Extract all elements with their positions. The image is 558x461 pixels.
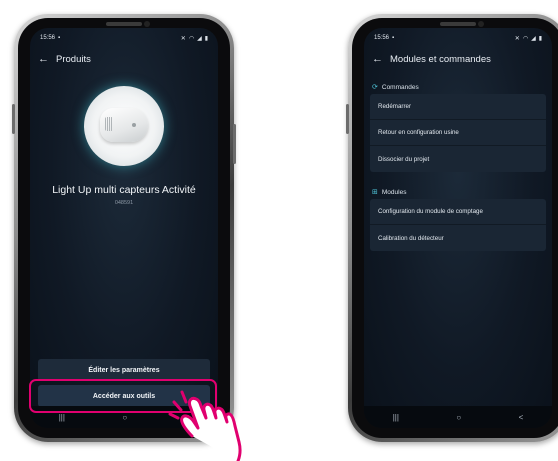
modules-icon: ⊞ bbox=[372, 189, 378, 196]
left-screen: 15:56 ▪ ✕ ◠ ◢ ▮ ← Produits Light Up mult… bbox=[30, 28, 218, 428]
status-bar: 15:56 ▪ ✕ ◠ ◢ ▮ bbox=[40, 32, 208, 44]
recent-apps-button[interactable]: ||| bbox=[59, 413, 65, 422]
signal-icon: ◢ bbox=[197, 35, 202, 42]
mute-icon: ✕ bbox=[180, 35, 186, 42]
volume-button bbox=[12, 104, 15, 134]
image-notification-icon: ▪ bbox=[58, 35, 61, 41]
commands-list: Redémarrer Retour en configuration usine… bbox=[370, 94, 546, 172]
list-item-dissociate[interactable]: Dissocier du projet bbox=[370, 146, 546, 172]
volume-button bbox=[346, 104, 349, 134]
recent-apps-button[interactable]: ||| bbox=[393, 413, 399, 422]
product-image bbox=[84, 86, 164, 166]
wifi-icon: ◠ bbox=[522, 35, 529, 42]
front-camera bbox=[478, 21, 484, 27]
signal-icon: ◢ bbox=[531, 35, 536, 42]
app-bar: ← Produits bbox=[38, 48, 210, 70]
section-title: Modules bbox=[381, 188, 407, 196]
back-arrow-icon[interactable]: ← bbox=[372, 53, 383, 65]
list-item-redemarrer[interactable]: Redémarrer bbox=[370, 94, 546, 120]
list-item-detector-calibration[interactable]: Calibration du détecteur bbox=[370, 225, 546, 251]
modules-list: Configuration du module de comptage Cali… bbox=[370, 199, 546, 251]
battery-icon: ▮ bbox=[204, 35, 208, 42]
list-item-counting-module[interactable]: Configuration du module de comptage bbox=[370, 199, 546, 225]
section-header-commandes: ⟳ Commandes bbox=[372, 83, 419, 92]
section-title: Commandes bbox=[381, 83, 419, 91]
edit-parameters-button[interactable]: Éditer les paramètres bbox=[38, 359, 210, 381]
right-phone: 15:56 ▪ ✕ ◠ ◢ ▮ ← Modules et commandes ⟳… bbox=[346, 14, 558, 442]
product-code: 048591 bbox=[114, 200, 134, 206]
earpiece bbox=[440, 22, 476, 26]
page-title: Produits bbox=[56, 53, 91, 65]
status-time: 15:56 bbox=[374, 35, 390, 41]
image-notification-icon: ▪ bbox=[392, 35, 395, 41]
list-item-factory-reset[interactable]: Retour en configuration usine bbox=[370, 120, 546, 146]
home-button[interactable]: ○ bbox=[456, 413, 461, 422]
battery-icon: ▮ bbox=[538, 35, 542, 42]
power-button bbox=[233, 124, 236, 164]
wifi-icon: ◠ bbox=[188, 35, 195, 42]
sensor-device-image bbox=[100, 108, 148, 142]
earpiece bbox=[106, 22, 142, 26]
app-bar: ← Modules et commandes bbox=[372, 48, 544, 70]
hand-pointer-icon bbox=[168, 390, 242, 461]
commands-icon: ⟳ bbox=[372, 84, 378, 91]
back-button[interactable]: < bbox=[519, 413, 524, 422]
product-name: Light Up multi capteurs Activité bbox=[52, 184, 196, 196]
section-header-modules: ⊞ Modules bbox=[372, 188, 407, 197]
back-arrow-icon[interactable]: ← bbox=[38, 53, 49, 65]
status-bar: 15:56 ▪ ✕ ◠ ◢ ▮ bbox=[374, 32, 542, 44]
page-title: Modules et commandes bbox=[390, 53, 491, 65]
home-button[interactable]: ○ bbox=[122, 413, 127, 422]
front-camera bbox=[144, 21, 150, 27]
mute-icon: ✕ bbox=[514, 35, 520, 42]
left-phone: 15:56 ▪ ✕ ◠ ◢ ▮ ← Produits Light Up mult… bbox=[12, 14, 236, 442]
right-screen: 15:56 ▪ ✕ ◠ ◢ ▮ ← Modules et commandes ⟳… bbox=[364, 28, 552, 428]
status-time: 15:56 bbox=[40, 35, 56, 41]
android-nav-bar: ||| ○ < bbox=[364, 406, 552, 428]
